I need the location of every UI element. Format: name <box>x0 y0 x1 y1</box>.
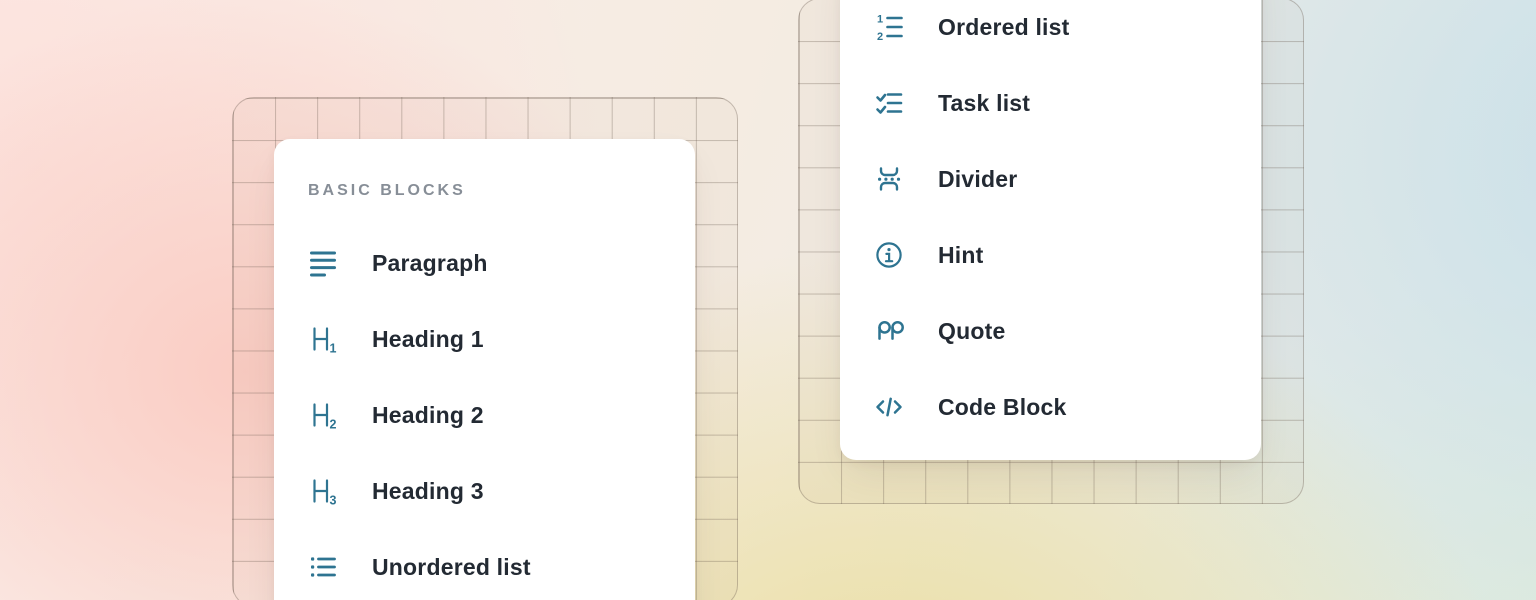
basic-blocks-menu: BASIC BLOCKS Paragraph 1 Heading 1 <box>274 139 695 600</box>
svg-text:1: 1 <box>877 14 883 26</box>
page-background: BASIC BLOCKS Paragraph 1 Heading 1 <box>0 0 1536 600</box>
advanced-blocks-list: 1 2 Ordered list Task list <box>840 0 1261 445</box>
menu-item-heading-3[interactable]: 3 Heading 3 <box>274 453 695 529</box>
menu-item-label: Divider <box>938 166 1017 193</box>
menu-item-ordered-list[interactable]: 1 2 Ordered list <box>840 0 1261 65</box>
code-block-icon <box>874 392 904 422</box>
section-header-basic-blocks: BASIC BLOCKS <box>308 179 695 203</box>
menu-item-label: Heading 2 <box>372 402 484 429</box>
heading-3-icon: 3 <box>308 476 338 506</box>
menu-item-label: Task list <box>938 90 1030 117</box>
menu-item-label: Code Block <box>938 394 1067 421</box>
svg-text:2: 2 <box>330 418 337 431</box>
menu-item-label: Paragraph <box>372 250 488 277</box>
menu-item-paragraph[interactable]: Paragraph <box>274 225 695 301</box>
svg-text:2: 2 <box>877 31 883 42</box>
paragraph-icon <box>308 248 338 278</box>
menu-item-label: Heading 3 <box>372 478 484 505</box>
menu-item-task-list[interactable]: Task list <box>840 65 1261 141</box>
ordered-list-icon: 1 2 <box>874 12 904 42</box>
menu-item-code-block[interactable]: Code Block <box>840 369 1261 445</box>
menu-item-label: Quote <box>938 318 1005 345</box>
task-list-icon <box>874 88 904 118</box>
menu-item-label: Unordered list <box>372 554 531 581</box>
menu-item-quote[interactable]: Quote <box>840 293 1261 369</box>
unordered-list-icon <box>308 552 338 582</box>
menu-item-divider[interactable]: Divider <box>840 141 1261 217</box>
menu-item-label: Hint <box>938 242 984 269</box>
menu-item-unordered-list[interactable]: Unordered list <box>274 529 695 600</box>
basic-blocks-list: Paragraph 1 Heading 1 2 Head <box>274 225 695 600</box>
menu-item-hint[interactable]: Hint <box>840 217 1261 293</box>
menu-item-heading-1[interactable]: 1 Heading 1 <box>274 301 695 377</box>
quote-icon <box>874 316 904 346</box>
menu-item-label: Ordered list <box>938 14 1070 41</box>
menu-item-heading-2[interactable]: 2 Heading 2 <box>274 377 695 453</box>
hint-icon <box>874 240 904 270</box>
svg-text:3: 3 <box>330 494 337 507</box>
divider-icon <box>874 164 904 194</box>
svg-text:1: 1 <box>330 342 337 355</box>
advanced-blocks-menu: 1 2 Ordered list Task list <box>840 0 1261 460</box>
menu-item-label: Heading 1 <box>372 326 484 353</box>
heading-1-icon: 1 <box>308 324 338 354</box>
heading-2-icon: 2 <box>308 400 338 430</box>
